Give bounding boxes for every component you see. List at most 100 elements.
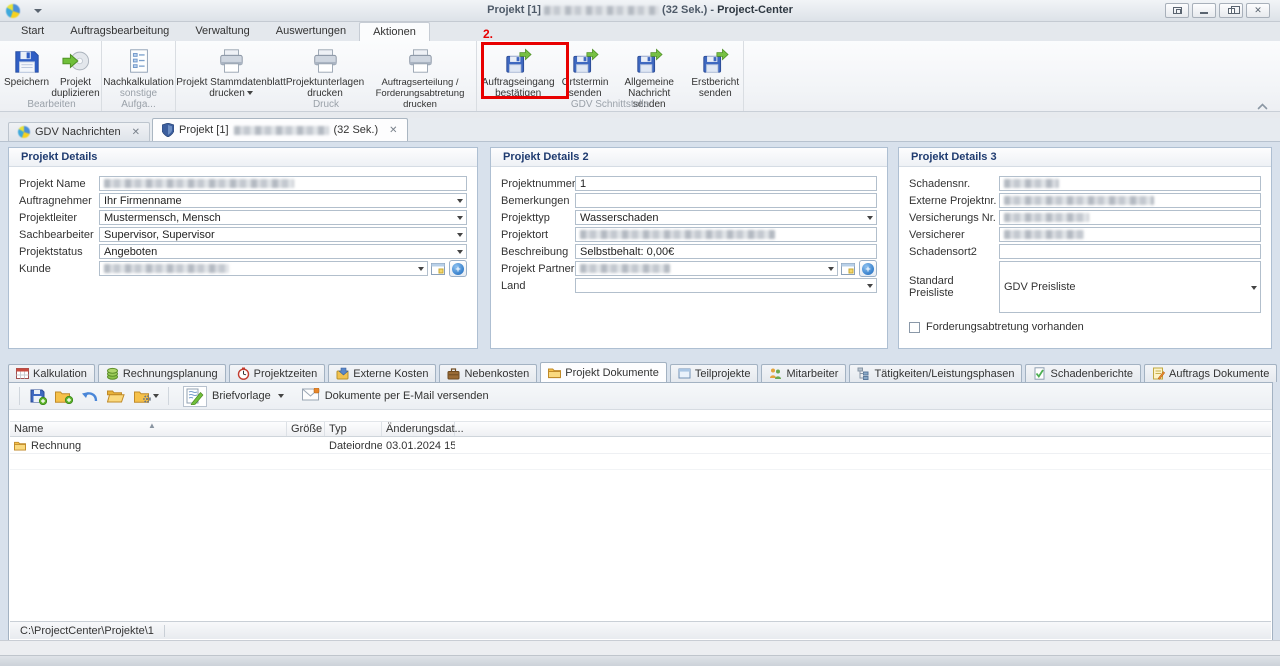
add-partner-button[interactable]: +: [859, 260, 877, 277]
tab-projekt[interactable]: Projekt [1] (32 Sek.) ✕: [151, 118, 408, 141]
sort-asc-icon: ▲: [148, 421, 156, 430]
folder-options-button[interactable]: [132, 386, 160, 406]
field-schadensnr: Schadensnr.: [909, 176, 1261, 191]
folder-icon: [14, 441, 26, 451]
projektunterlagen-drucken-button[interactable]: Projektunterlagen drucken: [286, 44, 364, 99]
tab-externe-kosten[interactable]: Externe Kosten: [328, 364, 437, 382]
sachbearbeiter-select[interactable]: Supervisor, Supervisor: [99, 227, 467, 242]
tab-gdv-nachrichten[interactable]: GDV Nachrichten ✕: [8, 122, 150, 141]
close-button[interactable]: ✕: [1246, 3, 1270, 18]
versicherer-input[interactable]: [999, 227, 1261, 242]
add-kunde-button[interactable]: +: [449, 260, 467, 277]
field-externe-projektnr: Externe Projektnr.: [909, 193, 1261, 208]
window-edge: [0, 655, 1280, 666]
fullscreen-button[interactable]: [1165, 3, 1189, 18]
table-row[interactable]: Rechnung Dateiordner 03.01.2024 15...: [10, 438, 1271, 454]
tab-schadenberichte[interactable]: Schadenberichte: [1025, 364, 1142, 382]
auftragnehmer-select[interactable]: Ihr Firmenname: [99, 193, 467, 208]
projektleiter-select[interactable]: Mustermensch, Mensch: [99, 210, 467, 225]
versicherungs-nr-input[interactable]: [999, 210, 1261, 225]
dropdown-arrow-icon[interactable]: [457, 199, 463, 203]
dropdown-icon: [152, 394, 159, 398]
panel-projekt-details-3: Projekt Details 3 Schadensnr. Externe Pr…: [898, 147, 1272, 349]
undo-icon[interactable]: [80, 386, 100, 406]
collapse-ribbon-icon[interactable]: [1257, 101, 1268, 110]
plus-icon: +: [452, 262, 464, 275]
close-tab-icon[interactable]: ✕: [132, 127, 140, 138]
tab-nebenkosten[interactable]: Nebenkosten: [439, 364, 538, 382]
schadensnr-input[interactable]: [999, 176, 1261, 191]
preisliste-select[interactable]: GDV Preisliste: [999, 261, 1261, 313]
ribbon-tab-auftragsbearbeitung[interactable]: Auftragsbearbeitung: [57, 22, 182, 41]
externe-projektnr-input[interactable]: [999, 193, 1261, 208]
projekt-name-input[interactable]: [99, 176, 467, 191]
field-versicherer: Versicherer: [909, 227, 1261, 242]
close-icon: ✕: [1254, 5, 1262, 15]
group-label-sonstige: sonstige Aufga...: [119, 88, 158, 110]
plus-icon: +: [862, 262, 874, 275]
schadensort2-input[interactable]: [999, 244, 1261, 259]
erstbericht-senden-button[interactable]: Erstbericht senden: [688, 44, 744, 99]
column-header-aenderungsdatum[interactable]: Änderungsdat...: [382, 422, 464, 436]
dropdown-arrow-icon[interactable]: [867, 216, 873, 220]
land-select[interactable]: [575, 278, 877, 293]
tab-mitarbeiter[interactable]: Mitarbeiter: [761, 364, 847, 382]
calculation-icon: [16, 368, 29, 379]
email-documents-button[interactable]: Dokumente per E-Mail versenden: [296, 385, 495, 408]
field-beschreibung: Beschreibung Selbstbehalt: 0,00€: [501, 244, 877, 259]
tab-projekt-dokumente[interactable]: Projekt Dokumente: [540, 362, 667, 382]
ribbon-tab-start[interactable]: Start: [8, 22, 57, 41]
printer-icon: [311, 45, 339, 76]
projekttyp-select[interactable]: Wasserschaden: [575, 210, 877, 225]
nachkalkulation-button[interactable]: Nachkalkulation: [103, 44, 174, 88]
column-header-groesse[interactable]: Größe: [287, 422, 325, 436]
column-header-typ[interactable]: Typ: [325, 422, 382, 436]
fullscreen-icon: [1172, 7, 1182, 14]
dropdown-icon: [277, 394, 284, 398]
tab-auftrags-dokumente[interactable]: Auftrags Dokumente: [1144, 364, 1278, 382]
tab-teilprojekte[interactable]: Teilprojekte: [669, 364, 759, 382]
kunde-select[interactable]: [99, 261, 428, 276]
field-projekttyp: Projekttyp Wasserschaden: [501, 210, 877, 225]
projektnummer-input[interactable]: 1: [575, 176, 877, 191]
stammdatenblatt-drucken-button[interactable]: Projekt Stammdatenblatt drucken: [176, 44, 286, 99]
beschreibung-input[interactable]: Selbstbehalt: 0,00€: [575, 244, 877, 259]
projekt-partner-select[interactable]: [575, 261, 838, 276]
briefvorlage-button[interactable]: Briefvorlage: [177, 385, 290, 408]
printer-icon: [217, 45, 245, 76]
projekt-duplizieren-button[interactable]: Projekt duplizieren: [51, 44, 101, 99]
ribbon-tab-aktionen[interactable]: Aktionen: [359, 22, 430, 41]
panel-title: Projekt Details 3: [899, 148, 1271, 167]
tab-projektzeiten[interactable]: Projektzeiten: [228, 364, 326, 382]
redacted-value: [580, 230, 775, 239]
ribbon-tab-verwaltung[interactable]: Verwaltung: [182, 22, 262, 41]
dropdown-arrow-icon[interactable]: [418, 267, 424, 271]
bemerkungen-input[interactable]: [575, 193, 877, 208]
save-document-button[interactable]: [28, 386, 48, 406]
redacted-value: [1004, 196, 1154, 205]
open-folder-icon[interactable]: [106, 386, 126, 406]
dropdown-arrow-icon[interactable]: [457, 233, 463, 237]
tab-taetigkeiten[interactable]: Tätigkeiten/Leistungsphasen: [849, 364, 1023, 382]
ribbon: Speichern Projekt duplizieren Bearbeiten…: [0, 41, 1280, 112]
open-partner-form-button[interactable]: [840, 261, 856, 276]
projektort-input[interactable]: [575, 227, 877, 242]
restore-button[interactable]: [1219, 3, 1243, 18]
dropdown-arrow-icon[interactable]: [457, 216, 463, 220]
close-tab-icon[interactable]: ✕: [389, 125, 397, 136]
dropdown-arrow-icon[interactable]: [828, 267, 834, 271]
ribbon-tab-auswertungen[interactable]: Auswertungen: [263, 22, 359, 41]
tab-rechnungsplanung[interactable]: Rechnungsplanung: [97, 364, 226, 382]
field-projekt-partner: Projekt Partner +: [501, 260, 877, 277]
import-folder-button[interactable]: [54, 386, 74, 406]
speichern-button[interactable]: Speichern: [3, 44, 51, 88]
tab-kalkulation[interactable]: Kalkulation: [8, 364, 95, 382]
dropdown-arrow-icon[interactable]: [457, 250, 463, 254]
minimize-button[interactable]: [1192, 3, 1216, 18]
open-kunde-form-button[interactable]: [430, 261, 446, 276]
dropdown-arrow-icon[interactable]: [867, 284, 873, 288]
checkbox[interactable]: [909, 321, 920, 333]
column-header-name[interactable]: Name ▲: [10, 421, 287, 436]
projektstatus-select[interactable]: Angeboten: [99, 244, 467, 259]
dropdown-arrow-icon[interactable]: [1251, 286, 1257, 290]
